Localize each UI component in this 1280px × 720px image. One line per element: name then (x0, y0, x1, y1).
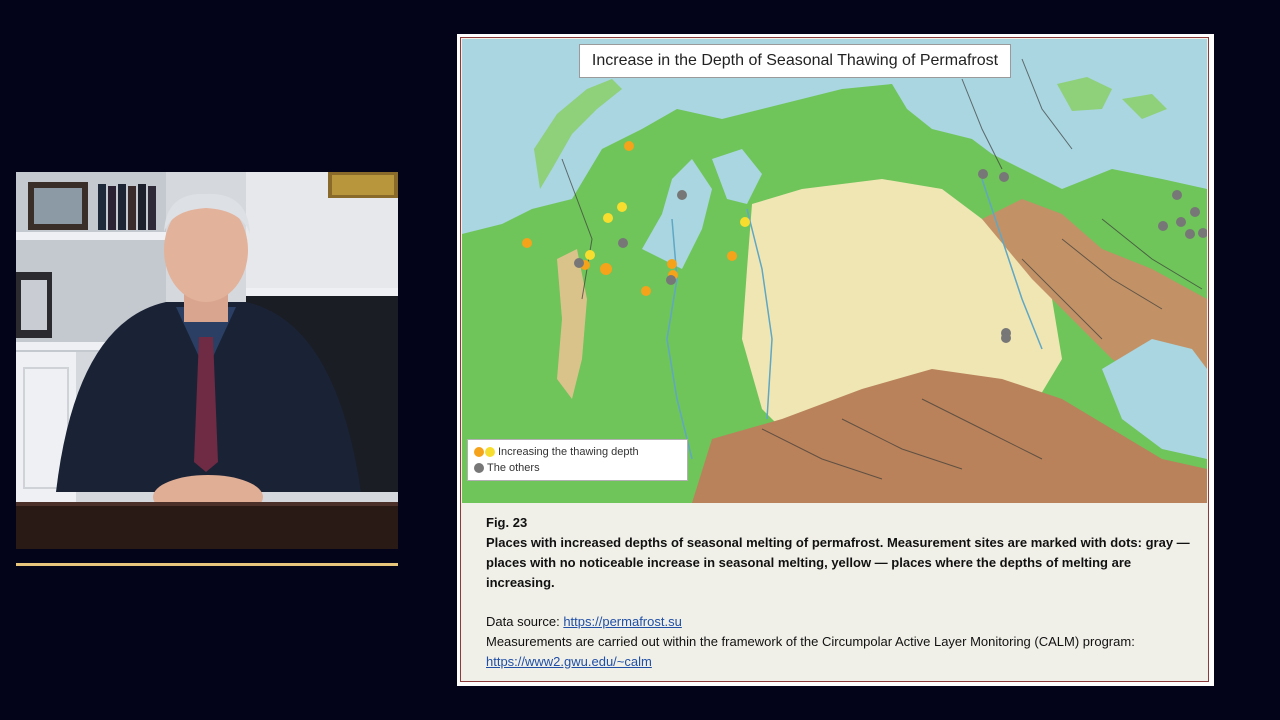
site-other (666, 275, 676, 285)
orange-dot-icon (474, 447, 484, 457)
site-other (999, 172, 1009, 182)
site-other (1190, 207, 1200, 217)
data-source-link[interactable]: https://permafrost.su (563, 614, 682, 629)
presenter-video (16, 172, 398, 549)
yellow-dot-icon (485, 447, 495, 457)
slide: Increase in the Depth of Seasonal Thawin… (457, 34, 1214, 686)
site-other (1185, 229, 1195, 239)
accent-line (16, 563, 398, 566)
site-markers (522, 141, 1207, 343)
legend-item-increasing: Increasing the thawing depth (474, 444, 687, 460)
site-increasing (624, 141, 634, 151)
data-source: Data source: https://permafrost.su (486, 612, 1196, 632)
map-legend: Increasing the thawing depth The others (467, 439, 688, 481)
gray-dot-icon (474, 463, 484, 473)
site-other (1001, 333, 1011, 343)
figure-caption: Fig. 23 Places with increased depths of … (486, 513, 1196, 672)
site-increasing (641, 286, 651, 296)
legend-label-increasing: Increasing the thawing depth (498, 446, 639, 458)
program-link[interactable]: https://www2.gwu.edu/~calm (486, 654, 652, 669)
program-text: Measurements are carried out within the … (486, 634, 1135, 649)
site-increasing (585, 250, 595, 260)
site-increasing (603, 213, 613, 223)
permafrost-map: Increase in the Depth of Seasonal Thawin… (462, 39, 1207, 503)
site-other (1198, 228, 1207, 238)
site-increasing (600, 263, 612, 275)
site-other (574, 258, 584, 268)
slide-frame: Increase in the Depth of Seasonal Thawin… (460, 37, 1209, 682)
map-title: Increase in the Depth of Seasonal Thawin… (579, 44, 1011, 78)
legend-label-others: The others (487, 462, 540, 474)
site-other (1158, 221, 1168, 231)
site-increasing (617, 202, 627, 212)
presenter-illustration (16, 172, 398, 549)
site-increasing (727, 251, 737, 261)
site-increasing (522, 238, 532, 248)
site-increasing (740, 217, 750, 227)
site-other (978, 169, 988, 179)
data-source-prefix: Data source: (486, 614, 564, 629)
figure-label: Fig. 23 (486, 515, 528, 530)
site-other (1172, 190, 1182, 200)
figure-description: Places with increased depths of seasonal… (486, 535, 1190, 590)
site-other (618, 238, 628, 248)
site-other (677, 190, 687, 200)
site-other (1176, 217, 1186, 227)
legend-item-others: The others (474, 460, 687, 476)
site-increasing (667, 259, 677, 269)
